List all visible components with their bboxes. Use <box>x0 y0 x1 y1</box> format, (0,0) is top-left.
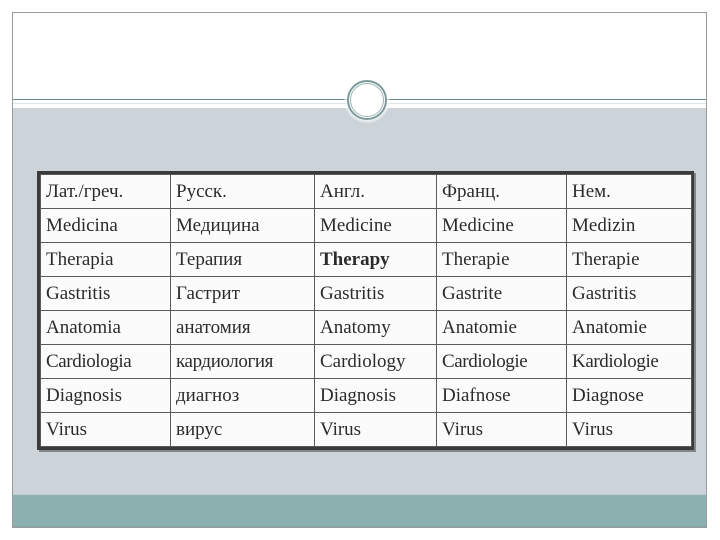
table-cell-r1-c3: Therapie <box>436 242 567 277</box>
table-cell-r0-c2: Medicine <box>314 208 437 243</box>
table-cell-r1-c0: Therapia <box>40 242 171 277</box>
table-cell-r4-c4: Kardiologie <box>566 344 692 379</box>
table-cell-r3-c4: Anatomie <box>566 310 692 345</box>
table-cell-r2-c4: Gastritis <box>566 276 692 311</box>
table-cell-r5-c2: Diagnosis <box>314 378 437 413</box>
table-cell-r6-c4: Virus <box>566 412 692 447</box>
column-header-2: Англ. <box>314 174 437 209</box>
vocabulary-table: Лат./греч. Русск. Англ. Франц. Нем. Medicina М… <box>40 174 692 447</box>
table-cell-r4-c0: Cardiologia <box>40 344 171 379</box>
table-cell-r0-c3: Medicine <box>436 208 567 243</box>
table-cell-r4-c2: Cardiology <box>314 344 437 379</box>
column-header-4: Нем. <box>566 174 692 209</box>
table-row: Cardiologia кардиология Cardiology Cardiolo… <box>40 344 692 379</box>
slide-footer-band <box>13 494 706 527</box>
table-row: Anatomia анатомия Anatomy Anatomie Anatomie <box>40 310 692 345</box>
table-row: Medicina Медицина Medicine Medicine Medizin <box>40 208 692 243</box>
table-cell-r6-c1: вирус <box>170 412 315 447</box>
table-cell-r6-c2: Virus <box>314 412 437 447</box>
ring-inner-circle <box>350 83 384 117</box>
table-cell-r4-c3: Cardiologie <box>436 344 567 379</box>
table-cell-r2-c1: Гастрит <box>170 276 315 311</box>
table-header-row: Лат./греч. Русск. Англ. Франц. Нем. <box>40 174 692 209</box>
table-cell-r3-c1: анатомия <box>170 310 315 345</box>
table-row: Diagnosis диагноз Diagnosis Diafnose Diagnos… <box>40 378 692 413</box>
table-cell-r5-c3: Diafnose <box>436 378 567 413</box>
table-cell-r3-c2: Anatomy <box>314 310 437 345</box>
table-cell-r1-c1: Терапия <box>170 242 315 277</box>
vocabulary-table-container: Лат./греч. Русск. Англ. Франц. Нем. Medicina М… <box>37 171 694 450</box>
table-cell-r5-c4: Diagnose <box>566 378 692 413</box>
table-cell-r6-c3: Virus <box>436 412 567 447</box>
column-header-3: Франц. <box>436 174 567 209</box>
column-header-1: Русск. <box>170 174 315 209</box>
table-cell-r2-c0: Gastritis <box>40 276 171 311</box>
table-cell-r6-c0: Virus <box>40 412 171 447</box>
table-cell-r2-c2: Gastritis <box>314 276 437 311</box>
table-cell-r4-c1: кардиология <box>170 344 315 379</box>
table-cell-r0-c4: Medizin <box>566 208 692 243</box>
table-cell-r3-c3: Anatomie <box>436 310 567 345</box>
slide: Лат./греч. Русск. Англ. Франц. Нем. Medicina М… <box>12 12 707 528</box>
table-row: Virus вирус Virus Virus Virus <box>40 412 692 447</box>
table-cell-r5-c0: Diagnosis <box>40 378 171 413</box>
table-cell-r0-c0: Medicina <box>40 208 171 243</box>
table-cell-r1-c2: Therapy <box>314 242 437 277</box>
table-cell-r5-c1: диагноз <box>170 378 315 413</box>
table-cell-r0-c1: Медицина <box>170 208 315 243</box>
table-row: Therapia Терапия Therapy Therapie Therapie <box>40 242 692 277</box>
table-row: Gastritis Гастрит Gastritis Gastrite Gastrit… <box>40 276 692 311</box>
table-cell-r1-c4: Therapie <box>566 242 692 277</box>
decorative-ring-icon <box>344 77 390 123</box>
table-cell-r2-c3: Gastrite <box>436 276 567 311</box>
table-cell-r3-c0: Anatomia <box>40 310 171 345</box>
column-header-0: Лат./греч. <box>40 174 171 209</box>
